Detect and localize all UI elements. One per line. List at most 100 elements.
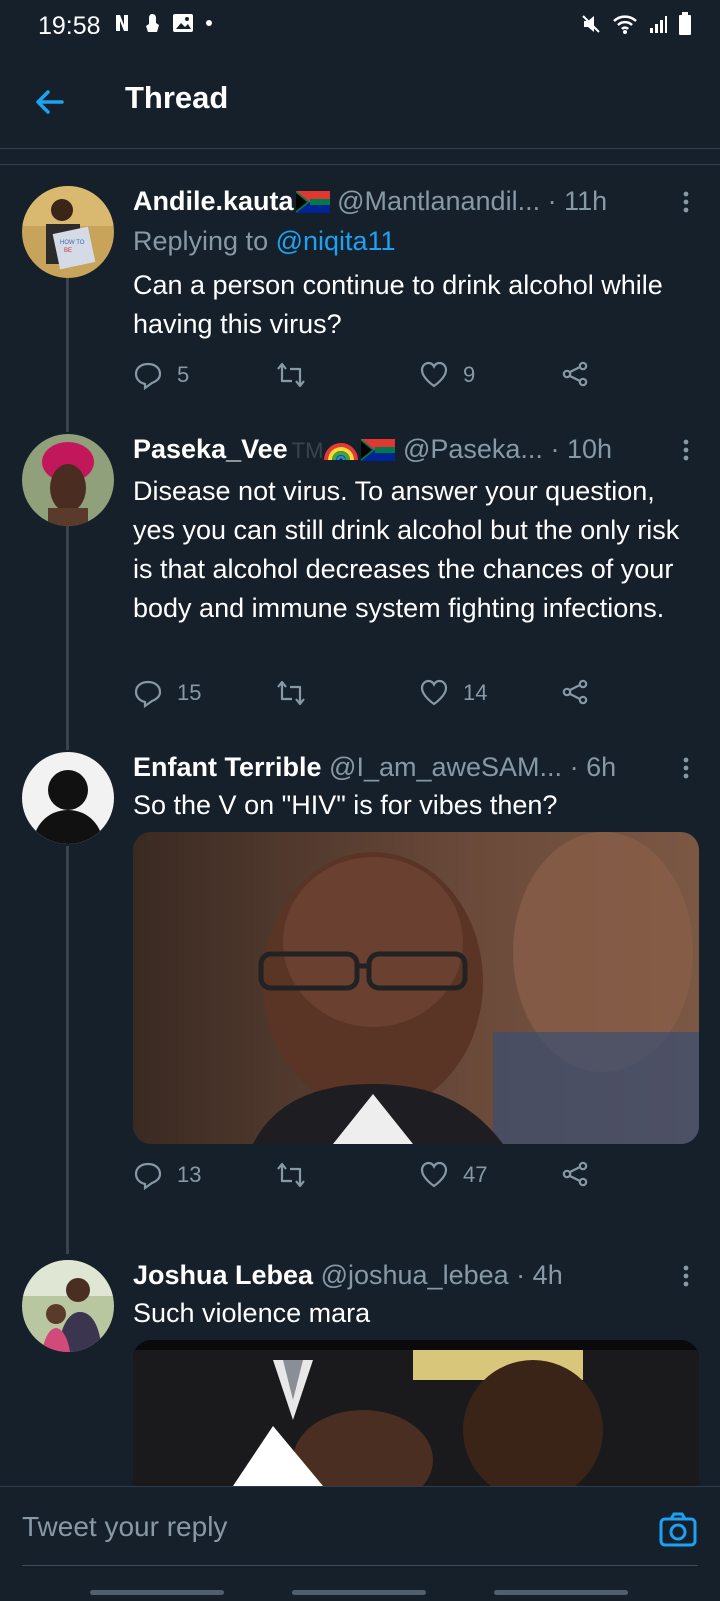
like-button[interactable]: 9 (419, 360, 475, 390)
system-nav-bar (0, 1582, 720, 1600)
signal-icon (650, 16, 667, 33)
reply-count: 13 (177, 1162, 202, 1187)
more-options-icon[interactable] (680, 756, 692, 780)
reply-button[interactable]: 15 (133, 678, 201, 708)
heart-icon (420, 361, 448, 388)
tweet-actions: 5 9 (133, 360, 603, 396)
system-icons (580, 12, 692, 36)
mention-link[interactable]: @niqita11 (276, 226, 396, 256)
heart-icon (420, 1161, 448, 1188)
nav-handle-left[interactable] (90, 1590, 224, 1595)
dot-icon (206, 20, 212, 26)
more-options-icon[interactable] (680, 1264, 692, 1288)
gallery-icon (173, 14, 193, 32)
user-handle[interactable]: @Mantlanandil... (337, 186, 540, 216)
retweet-button[interactable] (275, 678, 307, 708)
reply-button[interactable]: 5 (133, 360, 189, 390)
avatar-image: HOW TO BE (22, 186, 114, 278)
reply-icon (134, 362, 162, 390)
tweet-header: Paseka_Vee TM @Paseka... · 10h (133, 434, 693, 470)
nav-handle-center[interactable] (292, 1590, 426, 1595)
tweet-time: 6h (586, 752, 617, 782)
like-count: 9 (463, 362, 476, 387)
reply-icon (134, 680, 162, 708)
avatar[interactable] (22, 752, 114, 844)
share-button[interactable] (561, 360, 589, 388)
display-name[interactable]: Paseka_Vee (133, 434, 288, 464)
share-icon (562, 679, 588, 705)
retweet-icon (277, 680, 305, 706)
reply-input[interactable]: Tweet your reply (22, 1511, 227, 1543)
display-name[interactable]: Enfant Terrible (133, 752, 322, 782)
tweet-time: 10h (566, 434, 613, 464)
tweet-header: Enfant Terrible @I_am_aweSAM... · 6h (133, 752, 693, 788)
tweet-actions: 15 14 (133, 678, 603, 714)
tweet-image[interactable] (133, 832, 699, 1144)
tweet[interactable]: Joshua Lebea @joshua_lebea · 4h Such vio… (0, 1260, 720, 1486)
camera-icon[interactable] (658, 1509, 698, 1549)
replying-prefix: Replying to (133, 226, 276, 256)
user-handle[interactable]: @I_am_aweSAM... (329, 752, 562, 782)
share-button[interactable] (561, 1160, 589, 1188)
retweet-button[interactable] (275, 360, 307, 390)
like-count: 14 (463, 680, 488, 705)
tweet-text: Such violence mara (133, 1298, 371, 1328)
status-bar: 19:58 (0, 0, 720, 50)
photo-man-glasses (133, 832, 699, 1144)
tweet-image[interactable] (133, 1340, 699, 1486)
input-underline (22, 1565, 698, 1566)
tweet[interactable]: Enfant Terrible @I_am_aweSAM... · 6h So … (0, 752, 720, 1212)
separator: · (516, 1260, 526, 1290)
more-options-icon[interactable] (680, 438, 692, 462)
rainbow-icon (324, 443, 359, 461)
share-icon (562, 1161, 588, 1187)
nav-handle-right[interactable] (494, 1590, 628, 1595)
user-handle[interactable]: @Paseka... (403, 434, 543, 464)
heart-icon (420, 679, 448, 706)
south-africa-flag-icon (361, 439, 396, 461)
avatar[interactable] (22, 1260, 114, 1352)
tweet[interactable]: HOW TO BE Andile.kauta @Mantlanandil... … (0, 186, 720, 406)
wifi-icon (613, 15, 637, 34)
divider (0, 148, 720, 165)
tweet-text: Disease not virus. To answer your questi… (133, 476, 680, 623)
mute-icon (582, 15, 600, 33)
svg-text:BE: BE (64, 248, 72, 254)
page-title: Thread (125, 80, 229, 115)
avatar-image (22, 752, 114, 844)
display-name[interactable]: Andile.kauta (133, 186, 294, 216)
tweet-header: Joshua Lebea @joshua_lebea · 4h (133, 1260, 693, 1296)
name-suffix: TM (291, 438, 324, 463)
status-time: 19:58 (38, 12, 101, 40)
avatar[interactable] (22, 434, 114, 526)
svg-text:HOW TO: HOW TO (60, 240, 85, 246)
like-button[interactable]: 14 (419, 678, 487, 708)
replying-to: Replying to @niqita11 (133, 226, 396, 257)
retweet-button[interactable] (275, 1160, 307, 1190)
tweet-text: Can a person continue to drink alcohol w… (133, 270, 663, 339)
more-options-icon[interactable] (680, 190, 692, 214)
tweet[interactable]: Paseka_Vee TM @Paseka... · 10h Disease no… (0, 434, 720, 734)
share-icon (562, 361, 588, 387)
share-button[interactable] (561, 678, 589, 706)
display-name[interactable]: Joshua Lebea (133, 1260, 313, 1290)
like-button[interactable]: 47 (419, 1160, 487, 1190)
tweet-header: Andile.kauta @Mantlanandil... · 11h (133, 186, 693, 222)
tweet-actions: 13 47 (133, 1160, 603, 1196)
like-count: 47 (463, 1162, 488, 1187)
separator: · (547, 186, 557, 216)
back-arrow-icon[interactable] (30, 82, 70, 122)
photo-men-suits (133, 1340, 699, 1486)
tweet-time: 4h (532, 1260, 563, 1290)
battery-icon (679, 12, 691, 35)
avatar-image (22, 1260, 114, 1352)
netflix-icon (116, 15, 128, 31)
top-bar: Thread (0, 52, 720, 149)
reply-count: 5 (177, 362, 190, 387)
separator: · (550, 434, 560, 464)
avatar-image (22, 434, 114, 526)
avatar[interactable]: HOW TO BE (22, 186, 114, 278)
reply-icon (134, 1162, 162, 1190)
reply-button[interactable]: 13 (133, 1160, 201, 1190)
user-handle[interactable]: @joshua_lebea (321, 1260, 509, 1290)
